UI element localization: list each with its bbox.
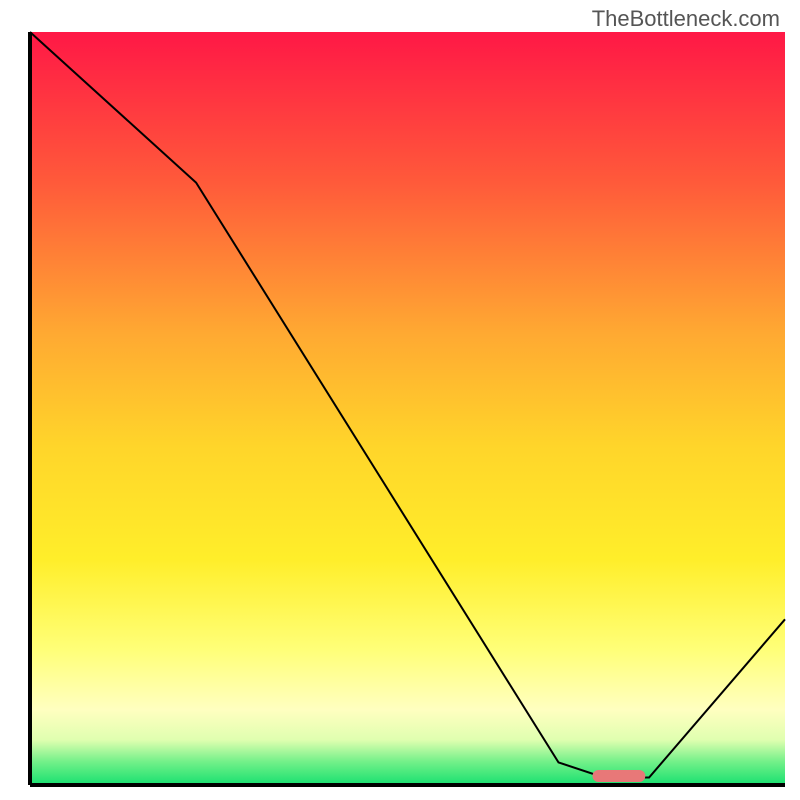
optimal-range-marker bbox=[592, 770, 645, 782]
watermark-text: TheBottleneck.com bbox=[592, 6, 780, 32]
chart-container: TheBottleneck.com bbox=[0, 0, 800, 800]
bottleneck-chart bbox=[0, 0, 800, 800]
heat-gradient-background bbox=[30, 32, 785, 785]
